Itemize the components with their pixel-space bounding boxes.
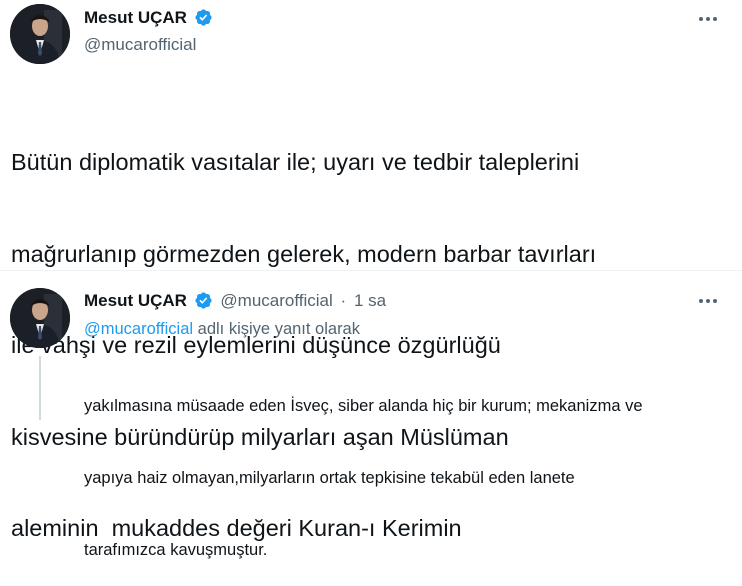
tweet-text-line: mağrurlanıp görmezden gelerek, modern ba… bbox=[11, 240, 597, 267]
thread-line bbox=[39, 356, 41, 420]
replying-to-suffix: adlı kişiye yanıt olarak bbox=[193, 320, 360, 338]
tweet-timestamp[interactable]: 1 sa bbox=[354, 291, 386, 310]
author-avatar[interactable] bbox=[10, 4, 70, 64]
reply-tweet-text: yakılmasına müsaade eden İsveç, siber al… bbox=[84, 346, 643, 586]
more-horizontal-icon bbox=[699, 299, 717, 303]
reply-author-name[interactable]: Mesut UÇAR bbox=[84, 291, 187, 310]
tweet-text-line: yakılmasına müsaade eden İsveç, siber al… bbox=[84, 397, 643, 415]
tweet-text-line: Bütün diplomatik vasıtalar ile; uyarı ve… bbox=[11, 149, 580, 175]
reply-author-handle[interactable]: @mucarofficial bbox=[220, 291, 332, 310]
tweet-text-line: tarafımızca kavuşmuştur. bbox=[84, 541, 268, 559]
reply-more-options-button[interactable] bbox=[693, 290, 723, 312]
author-name[interactable]: Mesut UÇAR bbox=[84, 8, 187, 27]
verified-badge-icon bbox=[195, 8, 212, 26]
verified-badge-icon bbox=[195, 291, 212, 309]
author-handle[interactable]: @mucarofficial bbox=[84, 34, 196, 56]
separator-dot: · bbox=[340, 291, 347, 310]
more-options-button[interactable] bbox=[693, 8, 723, 30]
more-horizontal-icon bbox=[699, 17, 717, 21]
reply-author-avatar[interactable] bbox=[10, 288, 70, 348]
tweet-text-line: yapıya haiz olmayan,milyarların ortak te… bbox=[84, 469, 575, 487]
avatar-photo bbox=[10, 4, 70, 64]
avatar-photo bbox=[10, 288, 70, 348]
replying-to-handle-link[interactable]: @mucarofficial bbox=[84, 320, 193, 338]
replying-to: @mucarofficial adlı kişiye yanıt olarak bbox=[84, 318, 360, 340]
divider bbox=[0, 270, 742, 271]
